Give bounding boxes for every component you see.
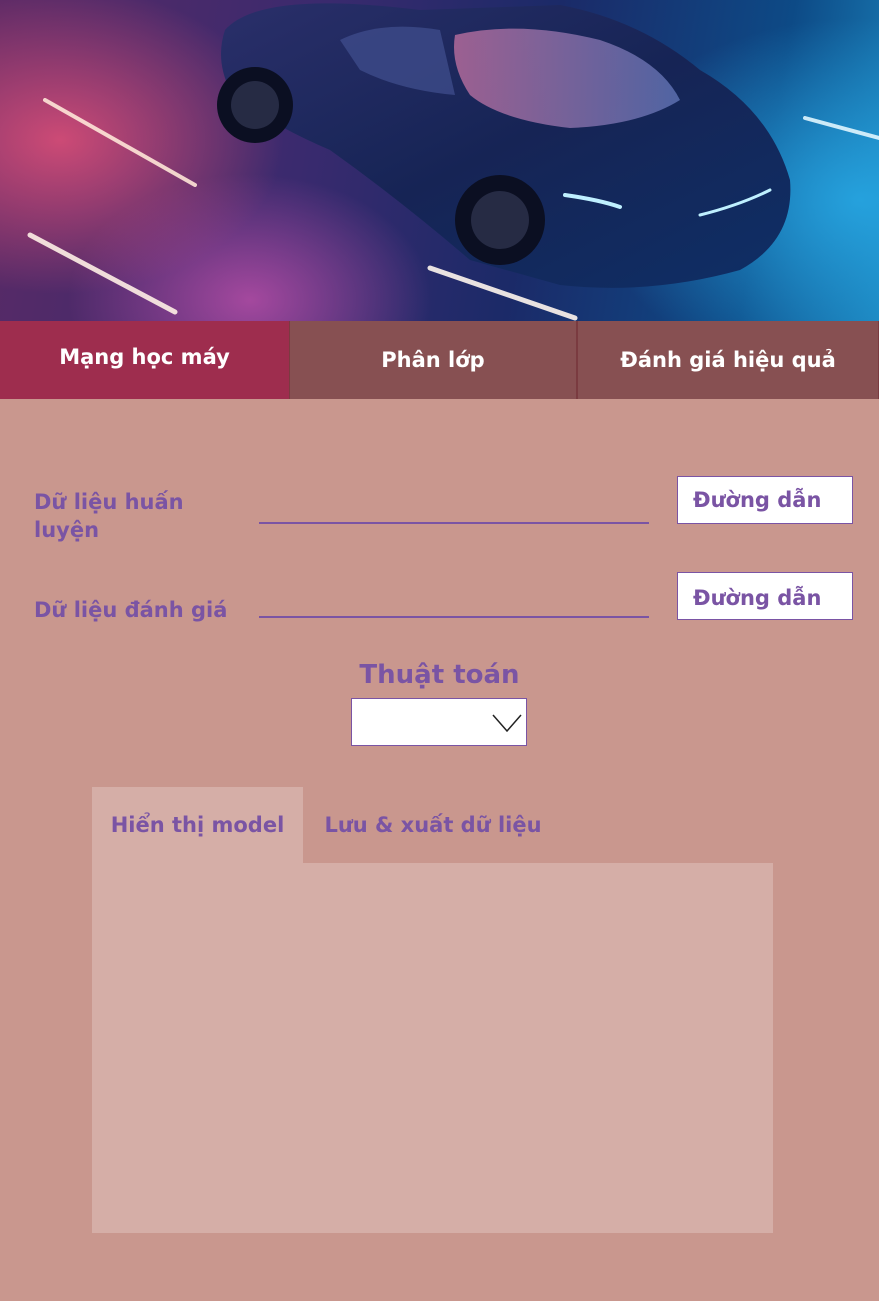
sports-car-image (27, 3, 879, 321)
tab-label: Phân lớp (381, 348, 485, 372)
evaluation-path-button[interactable]: Đường dẫn (677, 572, 853, 620)
algorithm-select[interactable] (351, 698, 527, 746)
tab-classification[interactable]: Phân lớp (289, 321, 577, 399)
tab-label: Hiển thị model (110, 813, 285, 837)
tab-machine-learning[interactable]: Mạng học máy (0, 321, 289, 399)
hero-banner (0, 0, 879, 321)
training-data-input[interactable] (259, 494, 649, 524)
tab-label: Đánh giá hiệu quả (620, 348, 836, 372)
algorithm-label: Thuật toán (359, 660, 520, 690)
tab-evaluation[interactable]: Đánh giá hiệu quả (577, 321, 879, 399)
evaluation-data-input[interactable] (259, 588, 649, 618)
tab-label: Lưu & xuất dữ liệu (324, 813, 542, 837)
training-data-label: Dữ liệu huấn luyện (34, 490, 184, 542)
tab-save-export[interactable]: Lưu & xuất dữ liệu (303, 787, 563, 863)
chevron-down-icon (492, 714, 522, 733)
tab-label: Mạng học máy (59, 345, 230, 369)
tab-show-model[interactable]: Hiển thị model (92, 787, 303, 863)
model-display-panel (92, 863, 773, 1233)
evaluation-data-label: Dữ liệu đánh giá (34, 598, 228, 622)
top-tab-bar: Mạng học máy Phân lớp Đánh giá hiệu quả (0, 321, 879, 399)
training-path-button[interactable]: Đường dẫn (677, 476, 853, 524)
